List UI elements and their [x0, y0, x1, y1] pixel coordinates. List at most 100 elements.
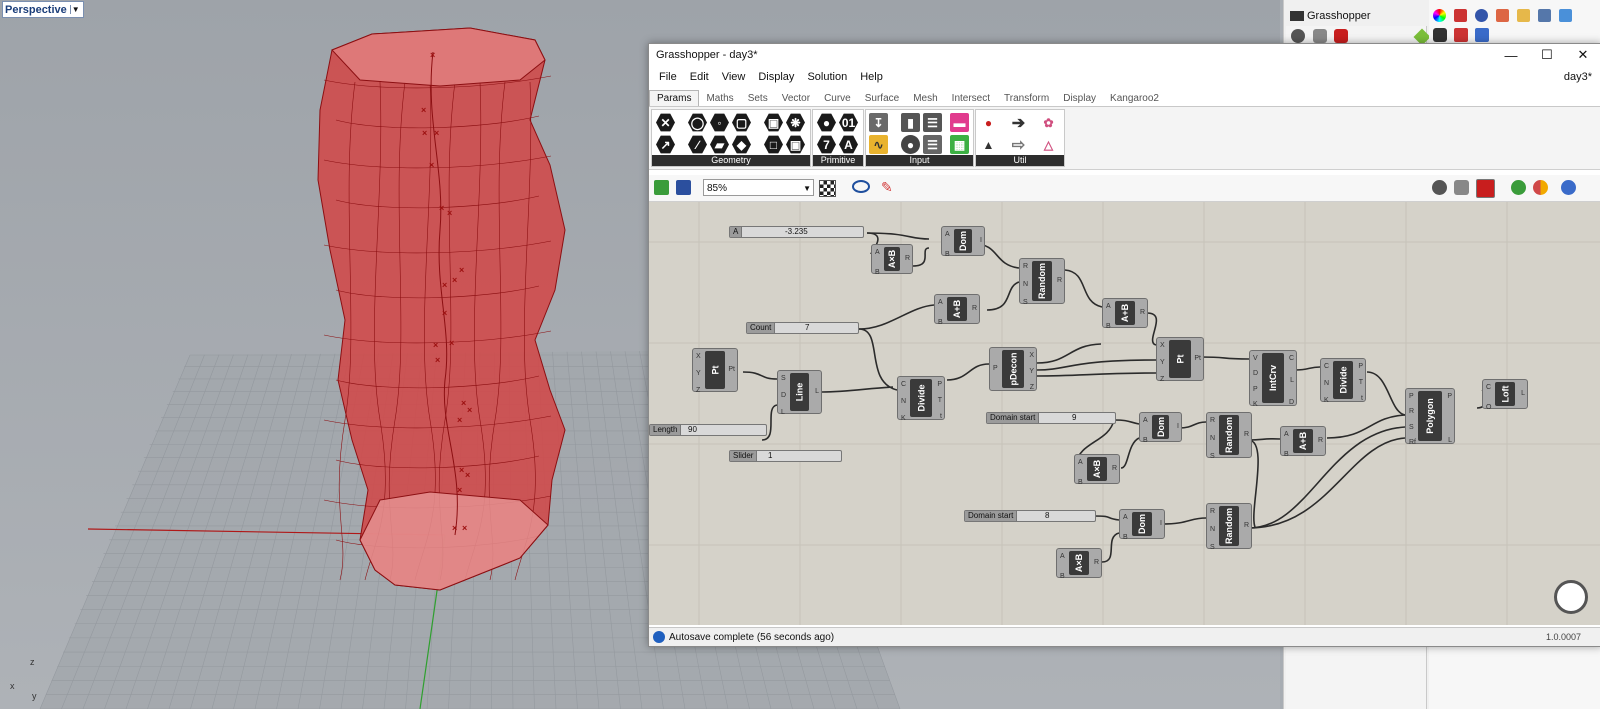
- cherry-icon[interactable]: ●: [979, 113, 998, 132]
- tab-maths[interactable]: Maths: [699, 93, 740, 106]
- input-port[interactable]: S: [781, 375, 786, 382]
- input-port[interactable]: N: [1210, 435, 1215, 442]
- input-port[interactable]: V: [1253, 355, 1258, 362]
- image-icon[interactable]: [1559, 9, 1572, 22]
- gradient-icon[interactable]: ▬: [950, 113, 969, 132]
- viewport-tab[interactable]: Perspective ▼: [2, 1, 84, 18]
- toggle-input-icon[interactable]: ▮: [901, 113, 920, 132]
- sketch-icon[interactable]: [819, 180, 836, 197]
- layers-icon[interactable]: [1454, 9, 1467, 22]
- divide-component[interactable]: Divide C N K P Tt: [897, 376, 945, 422]
- output-port[interactable]: R: [1244, 522, 1249, 529]
- tab-kangaroo2[interactable]: Kangaroo2: [1103, 93, 1166, 106]
- save-icon[interactable]: [676, 180, 691, 195]
- input-port[interactable]: Z: [1160, 376, 1164, 383]
- output-port[interactable]: P: [1447, 393, 1452, 400]
- input-port[interactable]: S: [1409, 424, 1414, 431]
- pen-icon[interactable]: [1475, 28, 1489, 42]
- line-component[interactable]: Line S D L L: [777, 370, 822, 416]
- input-port[interactable]: B: [1078, 479, 1083, 486]
- output-port[interactable]: D: [1289, 399, 1294, 406]
- open-file-icon[interactable]: [654, 180, 669, 195]
- number-slider-count[interactable]: Count 7: [746, 322, 859, 334]
- input-port[interactable]: A: [1078, 459, 1083, 466]
- input-port[interactable]: X: [696, 353, 701, 360]
- tree-icon[interactable]: ▲: [979, 135, 998, 154]
- input-port[interactable]: D: [781, 392, 786, 399]
- input-port[interactable]: B: [1143, 437, 1148, 444]
- graph-mapper-icon[interactable]: ∿: [869, 135, 888, 154]
- point-component[interactable]: Pt X Y Z Pt: [692, 348, 738, 394]
- geometry-param-icon[interactable]: ❋: [786, 113, 805, 132]
- input-port[interactable]: A: [1143, 417, 1148, 424]
- output-port[interactable]: L: [1521, 390, 1525, 397]
- menu-edit[interactable]: Edit: [687, 71, 712, 83]
- input-port[interactable]: N: [1023, 281, 1028, 288]
- output-port[interactable]: L: [1448, 437, 1452, 444]
- input-port[interactable]: O: [1486, 404, 1491, 411]
- color-wheel-icon[interactable]: [1433, 9, 1446, 22]
- render-icon[interactable]: [1475, 9, 1488, 22]
- output-port[interactable]: X: [1029, 352, 1034, 359]
- output-port[interactable]: P: [937, 381, 942, 388]
- input-port[interactable]: A: [1284, 431, 1289, 438]
- input-port[interactable]: N: [1210, 526, 1215, 533]
- divide-component[interactable]: Divide C N K P Tt: [1320, 358, 1366, 404]
- dom-component[interactable]: Dom A B I: [941, 226, 985, 258]
- random-component[interactable]: Random R N S R: [1206, 503, 1252, 551]
- gh-canvas[interactable]: A -3.235 Count 7 Length 90 Slider 1 Doma…: [649, 202, 1600, 625]
- integer-param-icon[interactable]: 7: [817, 135, 836, 154]
- output-port[interactable]: R: [1318, 437, 1323, 444]
- brep-param-icon[interactable]: ◦: [710, 113, 729, 132]
- tab-intersect[interactable]: Intersect: [945, 93, 997, 106]
- document-preview-icon[interactable]: [1533, 180, 1548, 195]
- input-port[interactable]: A: [945, 231, 950, 238]
- input-port[interactable]: P: [1409, 393, 1414, 400]
- circle-param-icon[interactable]: ✕: [656, 113, 675, 132]
- input-port[interactable]: Rf: [1409, 439, 1416, 446]
- menu-solution[interactable]: Solution: [804, 71, 850, 83]
- number-slider-domain-start-9[interactable]: Domain start 9: [986, 412, 1116, 424]
- button-input-icon[interactable]: ●: [901, 135, 920, 154]
- minimize-button[interactable]: —: [1493, 44, 1529, 66]
- input-port[interactable]: S: [1210, 544, 1215, 551]
- output-port[interactable]: I: [980, 237, 982, 244]
- addition-component[interactable]: A+B A B R: [1102, 298, 1148, 330]
- input-port[interactable]: R: [1023, 263, 1028, 270]
- output-port[interactable]: Y: [1029, 368, 1034, 375]
- output-port[interactable]: T: [938, 397, 942, 404]
- output-port[interactable]: I: [1177, 423, 1179, 430]
- sphere-icon[interactable]: [1561, 180, 1576, 195]
- tab-surface[interactable]: Surface: [858, 93, 906, 106]
- output-port[interactable]: R: [905, 255, 910, 262]
- value-list-icon[interactable]: ☰: [923, 113, 942, 132]
- vector-param-icon[interactable]: ↗: [656, 135, 675, 154]
- display-icon[interactable]: [1291, 29, 1305, 43]
- frame-icon[interactable]: [1454, 28, 1468, 42]
- output-port[interactable]: R: [972, 305, 977, 312]
- matrix-icon[interactable]: ▦: [950, 135, 969, 154]
- input-port[interactable]: N: [1324, 380, 1329, 387]
- output-port[interactable]: C: [1289, 355, 1294, 362]
- chevron-down-icon[interactable]: ▼: [69, 5, 81, 14]
- fitness-icon[interactable]: ✿: [1039, 113, 1058, 132]
- slider-input-icon[interactable]: ↧: [869, 113, 888, 132]
- menu-help[interactable]: Help: [857, 71, 886, 83]
- input-port[interactable]: Z: [696, 387, 700, 394]
- input-port[interactable]: B: [1106, 323, 1111, 330]
- zoom-select[interactable]: 85% ▼: [703, 179, 814, 196]
- tool-icon[interactable]: [1496, 9, 1509, 22]
- output-port[interactable]: R: [1244, 431, 1249, 438]
- arrow-outline-icon[interactable]: ⇨: [1009, 135, 1028, 154]
- input-port[interactable]: A: [875, 249, 880, 256]
- input-port[interactable]: A: [1106, 303, 1111, 310]
- input-port[interactable]: Y: [1160, 359, 1165, 366]
- boolean-param-icon[interactable]: ●: [817, 113, 836, 132]
- multiply-component[interactable]: A×B A B R: [1056, 548, 1102, 580]
- random-component[interactable]: Random R N S R: [1019, 258, 1065, 306]
- input-port[interactable]: K: [1253, 401, 1258, 408]
- line-param-icon[interactable]: ∕: [688, 135, 707, 154]
- dom-component[interactable]: Dom A B I: [1119, 509, 1165, 541]
- preview-off-icon[interactable]: [1432, 180, 1447, 195]
- camera-icon-2[interactable]: [1433, 28, 1447, 42]
